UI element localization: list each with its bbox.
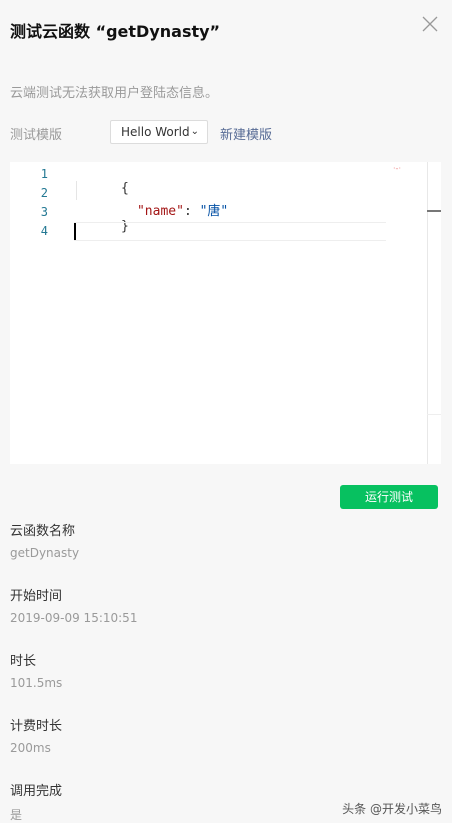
field-value-start-time: 2019-09-09 15:10:51 [10, 611, 138, 625]
code-editor[interactable]: 1 2 3 4 { "name": "唐" } ·-· [10, 162, 441, 464]
scrollbar-thumb[interactable] [427, 210, 441, 212]
run-test-button[interactable]: 运行测试 [340, 485, 438, 509]
line-number: 1 [40, 167, 48, 181]
line-number-gutter: 1 2 3 4 [10, 162, 56, 464]
template-selected-value: Hello World [121, 125, 190, 139]
template-label: 测试模版 [10, 128, 63, 143]
field-label-function-name: 云函数名称 [10, 524, 76, 539]
line-number: 2 [40, 186, 48, 200]
watermark: 头条 @开发小菜鸟 [342, 802, 442, 816]
field-value-billed-duration: 200ms [10, 741, 51, 755]
field-label-start-time: 开始时间 [10, 589, 63, 604]
panel-title: 测试云函数 “getDynasty” [10, 22, 221, 41]
json-key: "name" [136, 204, 184, 219]
current-line-highlight [74, 222, 386, 241]
vertical-scrollbar[interactable] [427, 162, 428, 464]
line-number: 3 [40, 205, 48, 219]
template-select[interactable]: Hello World ⌄ [110, 120, 208, 144]
line-number: 4 [40, 224, 48, 238]
field-label-duration: 时长 [10, 654, 37, 669]
field-label-billed-duration: 计费时长 [10, 719, 63, 734]
scrollbar-divider [427, 414, 441, 415]
field-value-function-name: getDynasty [10, 546, 80, 560]
auth-notice: 云端测试无法获取用户登陆态信息。 [10, 86, 219, 101]
close-icon[interactable] [420, 14, 440, 34]
code-area[interactable]: { "name": "唐" } [74, 162, 386, 464]
field-value-call-complete: 是 [10, 808, 23, 822]
field-label-call-complete: 调用完成 [10, 784, 63, 799]
new-template-link[interactable]: 新建模版 [220, 124, 272, 143]
text-cursor [74, 223, 76, 240]
field-value-duration: 101.5ms [10, 676, 63, 690]
minimap-marker: ·-· [393, 164, 401, 173]
chevron-down-icon: ⌄ [190, 126, 199, 137]
json-value: "唐" [199, 204, 229, 219]
